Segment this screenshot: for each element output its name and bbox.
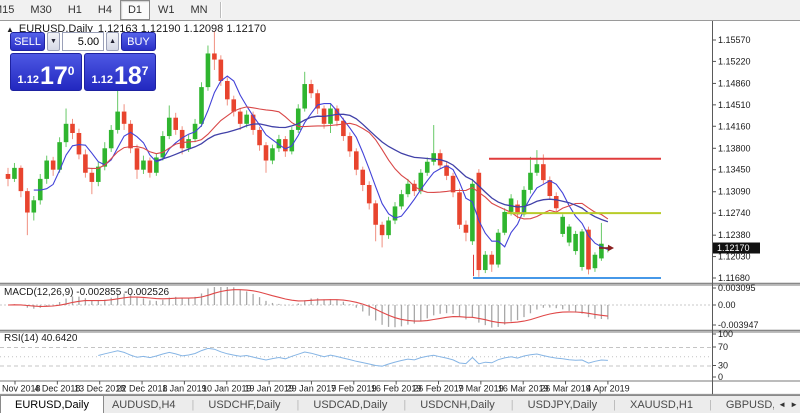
chart-window: 1.15570 1.15220 1.14860 1.14510 1.14160 1.138…: [0, 21, 800, 395]
tab-scroll-controls: ◄ ►: [774, 396, 798, 413]
sell-price-button[interactable]: 1.12 17 0: [10, 53, 82, 91]
svg-text:1.14510: 1.14510: [718, 100, 751, 110]
buy-price-main: 18: [114, 66, 142, 87]
svg-text:1.12380: 1.12380: [718, 230, 751, 240]
tab-usdchf-daily[interactable]: USDCHF,Daily: [184, 396, 289, 413]
svg-text:30: 30: [718, 361, 728, 371]
svg-text:70: 70: [718, 342, 728, 352]
svg-text:4 Apr 2019: 4 Apr 2019: [586, 384, 630, 394]
volume-field[interactable]: 5.00: [62, 32, 104, 51]
timeframe-m15-button[interactable]: M15: [0, 0, 22, 20]
timeframe-w1-button[interactable]: W1: [150, 0, 183, 20]
tab-scroll-left-icon[interactable]: ◄: [778, 400, 786, 409]
ma-line-24: [156, 114, 608, 222]
svg-text:7 Feb 2019: 7 Feb 2019: [331, 384, 377, 394]
tab-usdjpy-daily[interactable]: USDJPY,Daily: [503, 396, 605, 413]
one-click-trade-panel: SELL ▼ 5.00 ▲ BUY 1.12 17 0 1.12 18 7: [10, 32, 156, 91]
svg-text:100: 100: [718, 329, 733, 339]
svg-text:0: 0: [718, 372, 723, 382]
buy-price-pip: 7: [142, 64, 149, 78]
timeframe-mn-button[interactable]: MN: [183, 0, 216, 20]
tab-usdcnh-daily[interactable]: USDCNH,Daily: [395, 396, 502, 413]
sell-price-prefix: 1.12: [18, 74, 39, 87]
svg-text:1.13800: 1.13800: [718, 143, 751, 153]
timeframe-m30-button[interactable]: M30: [22, 0, 59, 20]
price-arrow-head: [608, 245, 614, 251]
buy-button[interactable]: BUY: [121, 32, 156, 51]
svg-text:1 Jan 2019: 1 Jan 2019: [162, 384, 207, 394]
svg-text:1.11680: 1.11680: [718, 273, 750, 283]
svg-text:0.003095: 0.003095: [718, 283, 756, 293]
timeframe-toolbar: M15 M30 H1 H4 D1 W1 MN: [0, 0, 800, 21]
svg-text:1.15570: 1.15570: [718, 35, 751, 45]
svg-text:0.00: 0.00: [718, 300, 736, 310]
timeframe-h1-button[interactable]: H1: [60, 0, 90, 20]
svg-text:1.13090: 1.13090: [718, 187, 751, 197]
svg-text:26 Mar 2019: 26 Mar 2019: [540, 384, 591, 394]
buy-price-button[interactable]: 1.12 18 7: [84, 53, 156, 91]
volume-decrease-button[interactable]: ▼: [47, 32, 60, 51]
svg-text:1.14860: 1.14860: [718, 78, 751, 88]
svg-text:1.14160: 1.14160: [718, 121, 751, 131]
tab-xauusd-h1[interactable]: XAUUSD,H1: [605, 396, 701, 413]
svg-text:1.15220: 1.15220: [718, 56, 751, 66]
sell-price-pip: 0: [68, 64, 75, 78]
sell-price-main: 17: [40, 66, 68, 87]
svg-text:1.12740: 1.12740: [718, 208, 751, 218]
svg-text:22 Dec 2018: 22 Dec 2018: [117, 384, 168, 394]
tab-scroll-right-icon[interactable]: ►: [790, 400, 798, 409]
chart-tabs-bar: EURUSD,Daily AUDUSD,H4 USDCHF,Daily USDC…: [0, 395, 800, 413]
sell-button[interactable]: SELL: [10, 32, 45, 51]
rsi-line: [98, 348, 608, 366]
timeframe-h4-button[interactable]: H4: [90, 0, 120, 20]
toolbar-separator: [220, 2, 222, 18]
chart-drawings: [473, 159, 661, 278]
tab-audusd-h4[interactable]: AUDUSD,H4: [104, 396, 184, 413]
timeframe-d1-button[interactable]: D1: [120, 0, 150, 20]
tab-usdcad-daily[interactable]: USDCAD,Daily: [289, 396, 396, 413]
svg-text:29 Jan 2019: 29 Jan 2019: [287, 384, 337, 394]
svg-text:26 Feb 2019: 26 Feb 2019: [413, 384, 464, 394]
current-price-value: 1.12170: [717, 243, 750, 253]
ma-line-5: [34, 76, 608, 249]
moving-average-lines: [34, 76, 608, 249]
buy-price-prefix: 1.12: [92, 74, 113, 87]
ma-line-13: [85, 107, 608, 219]
volume-increase-button[interactable]: ▲: [106, 32, 119, 51]
svg-text:1.13450: 1.13450: [718, 165, 751, 175]
tab-eurusd-daily[interactable]: EURUSD,Daily: [0, 396, 104, 413]
date-axis-labels: 24 Nov 20184 Dec 201813 Dec 201822 Dec 2…: [0, 381, 630, 394]
svg-text:7 Mar 2019: 7 Mar 2019: [458, 384, 504, 394]
